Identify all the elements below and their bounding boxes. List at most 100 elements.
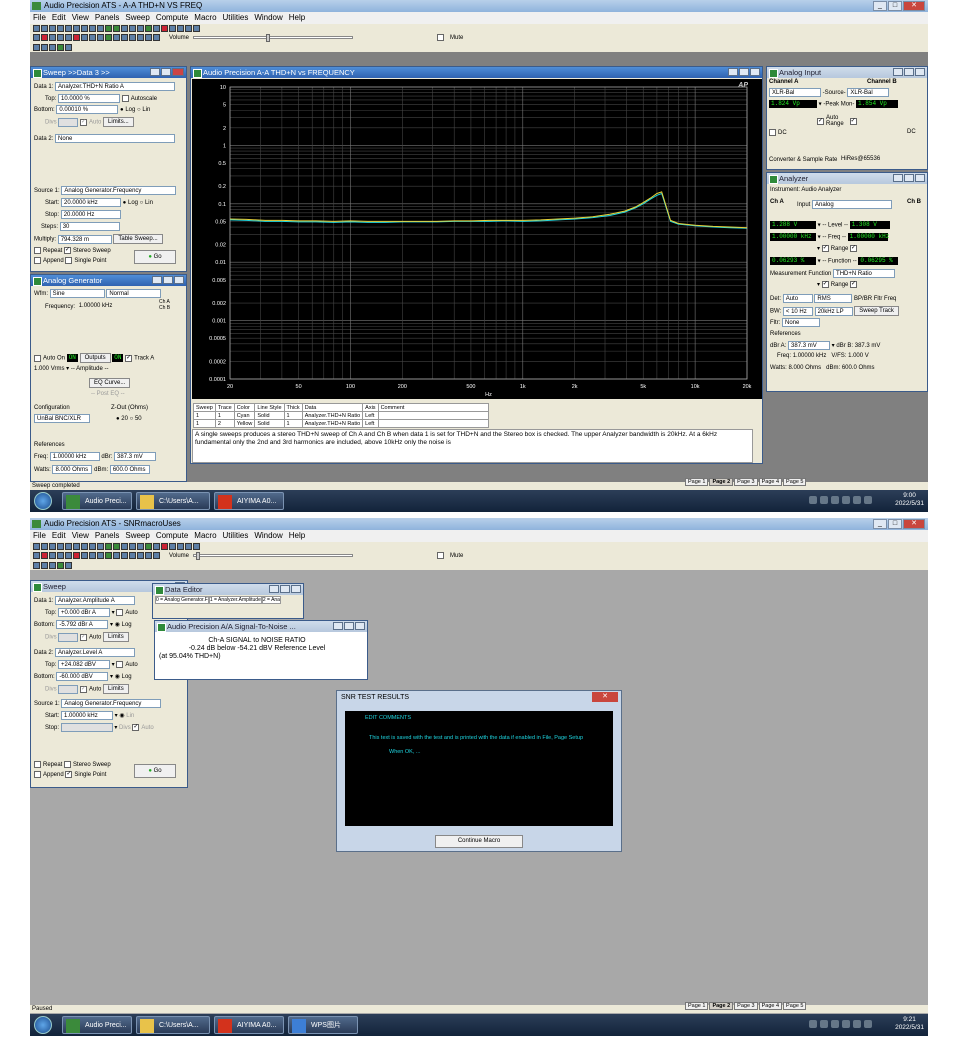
start-field[interactable]: 1.00000 kHz <box>61 711 114 720</box>
wfm-select[interactable]: Sine <box>49 289 105 298</box>
menu-file[interactable]: File <box>33 530 46 542</box>
bottom-field[interactable]: 0.00010 % <box>56 105 119 114</box>
copy-icon[interactable] <box>89 25 96 32</box>
analyzer-title[interactable]: Analyzer <box>767 173 927 184</box>
menu-edit[interactable]: Edit <box>52 12 66 24</box>
sweep-track-button[interactable]: Sweep Track <box>854 306 899 316</box>
cha-source-select[interactable]: XLR-Bal <box>769 88 821 97</box>
zoom-icon[interactable] <box>129 25 136 32</box>
log-radio[interactable]: Log <box>125 107 135 113</box>
menu-panels[interactable]: Panels <box>95 530 119 542</box>
data2-field[interactable]: None <box>55 134 176 143</box>
regulation-icon[interactable] <box>97 552 104 559</box>
bar-graph-icon[interactable] <box>89 34 96 41</box>
tab-page-4[interactable]: Page 4 <box>758 1002 783 1010</box>
steps-field[interactable]: 30 <box>59 222 120 231</box>
settings-icon[interactable] <box>153 552 160 559</box>
dbra-field[interactable]: 387.3 mV <box>788 341 831 350</box>
minimize-button[interactable]: _ <box>873 519 887 529</box>
dbrb-value[interactable]: 387.3 mV <box>855 343 881 349</box>
pause-icon[interactable] <box>153 543 160 550</box>
menu-utilities[interactable]: Utilities <box>223 530 249 542</box>
help-icon[interactable] <box>193 543 200 550</box>
go-button[interactable]: ● Go <box>134 250 176 264</box>
preview-icon[interactable] <box>65 25 72 32</box>
zoom-icon[interactable] <box>129 543 136 550</box>
spectrum-icon[interactable] <box>137 552 144 559</box>
bottom2-field[interactable]: -60.000 dBV <box>56 672 109 681</box>
volume-slider[interactable] <box>193 552 354 560</box>
sweep-icon[interactable] <box>105 34 112 41</box>
data-editor-title[interactable]: Data Editor <box>153 584 303 595</box>
open-icon[interactable] <box>41 543 48 550</box>
go-icon[interactable] <box>105 25 112 32</box>
stop-icon[interactable] <box>113 25 120 32</box>
menu-view[interactable]: View <box>72 12 89 24</box>
amplitude-value[interactable]: 1.000 <box>34 366 49 372</box>
rms-select[interactable]: RMS <box>814 294 853 303</box>
source1-field[interactable]: Analog Generator.Frequency <box>61 699 162 708</box>
input-select[interactable]: Analog <box>812 200 893 209</box>
tray-icon[interactable] <box>820 496 828 504</box>
taskbar-explorer[interactable]: C:\Users\A... <box>136 492 210 510</box>
dc-a-checkbox[interactable] <box>769 129 776 136</box>
undo-icon[interactable] <box>73 543 80 550</box>
data1-field[interactable]: Analyzer.Amplitude A <box>55 596 136 605</box>
data-editor-icon[interactable] <box>113 34 120 41</box>
volume-slider[interactable] <box>193 34 354 42</box>
page-layout-icon-3[interactable] <box>49 561 56 569</box>
data-editor-icon[interactable] <box>113 552 120 559</box>
switcher-icon[interactable] <box>49 34 56 41</box>
tray-icon[interactable] <box>842 496 850 504</box>
play-icon[interactable] <box>145 543 152 550</box>
macro-icon[interactable] <box>185 543 192 550</box>
new-icon[interactable] <box>33 543 40 550</box>
cut-icon[interactable] <box>81 25 88 32</box>
menu-panels[interactable]: Panels <box>95 12 119 24</box>
page-layout-icon[interactable] <box>33 43 40 51</box>
filter-icon[interactable] <box>73 552 80 559</box>
settings-icon[interactable] <box>153 34 160 41</box>
ref-freq-field[interactable]: 1.00000 kHz <box>49 452 100 461</box>
table-row[interactable]: 1 2 Yellow Solid 1 Analyzer.THD+N Ratio Left <box>193 419 489 428</box>
compute-icon[interactable] <box>121 552 128 559</box>
tray-icon[interactable] <box>853 1020 861 1028</box>
range-a-checkbox[interactable]: ✓ <box>821 245 829 252</box>
tab-page-1[interactable]: Page 1 <box>685 478 709 486</box>
top-field[interactable]: 10.0000 % <box>58 94 121 103</box>
source-log-radio[interactable]: Log <box>128 200 138 206</box>
analyzer-icon[interactable] <box>41 34 48 41</box>
clock[interactable]: 9:21 2022/5/31 <box>895 1016 924 1032</box>
source-lin-radio[interactable]: Lin <box>145 200 153 206</box>
stereo-sweep-checkbox[interactable] <box>64 761 72 768</box>
graph-icon[interactable] <box>121 543 128 550</box>
divs-field[interactable] <box>58 632 79 642</box>
open-icon[interactable] <box>41 25 48 32</box>
menu-help[interactable]: Help <box>289 12 305 24</box>
repeat-checkbox[interactable] <box>34 761 41 768</box>
mute-checkbox[interactable] <box>437 552 445 559</box>
meter-icon[interactable] <box>81 34 88 41</box>
record-icon[interactable] <box>161 25 168 32</box>
generator-icon[interactable] <box>33 552 40 559</box>
outputs-button[interactable]: Outputs <box>79 353 111 363</box>
taskbar-audio-precision[interactable]: Audio Preci... <box>62 492 132 510</box>
copy-icon[interactable] <box>89 543 96 550</box>
page-layout-icon-5[interactable] <box>65 561 72 569</box>
tab-page-4[interactable]: Page 4 <box>758 478 783 486</box>
limits-button[interactable]: Limits <box>103 632 129 642</box>
tray-icon[interactable] <box>831 496 839 504</box>
graph-panel-title[interactable]: Audio Precision A-A THD+N vs FREQUENCY <box>191 67 762 78</box>
bw-high-select[interactable]: 20kHz LP <box>814 306 853 316</box>
print-icon[interactable] <box>57 25 64 32</box>
paste-icon[interactable] <box>97 543 104 550</box>
analyzer-dbm-value[interactable]: 600.0 Ohms <box>842 365 875 371</box>
frequency-field[interactable]: 1.00000 kHz <box>77 302 131 311</box>
autoscale-checkbox[interactable] <box>121 95 129 102</box>
page-icon[interactable] <box>145 34 152 41</box>
menu-compute[interactable]: Compute <box>156 12 188 24</box>
stop-auto-checkbox[interactable]: ✓ <box>132 724 140 731</box>
dsp-icon[interactable] <box>57 34 64 41</box>
filter-icon[interactable] <box>73 34 80 41</box>
vfs-value[interactable]: 1.000 V <box>848 353 869 359</box>
